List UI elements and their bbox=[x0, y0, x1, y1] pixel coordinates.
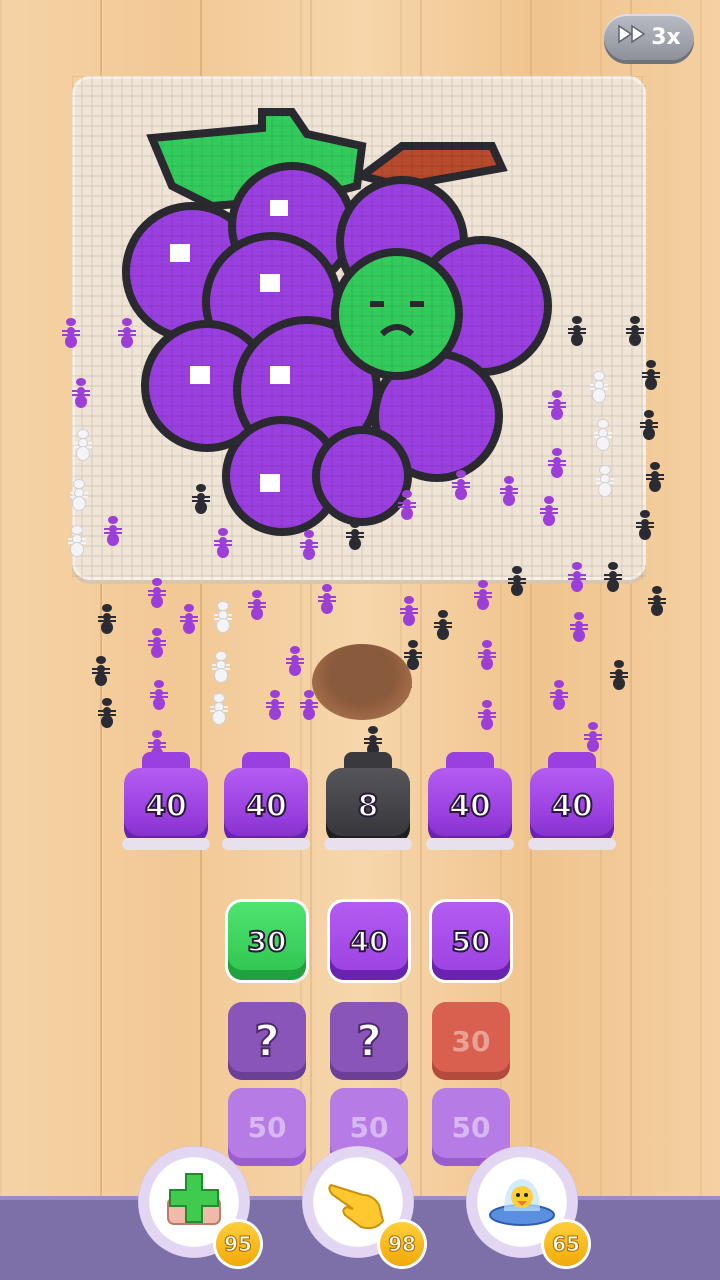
jar-count: 40 bbox=[224, 768, 308, 844]
ant bbox=[192, 484, 210, 514]
jar-count: 40 bbox=[124, 768, 208, 844]
ant-jar[interactable]: 8 bbox=[324, 752, 412, 852]
booster-count: 98 bbox=[380, 1222, 424, 1266]
ant bbox=[594, 420, 612, 450]
ant bbox=[474, 580, 492, 610]
ant bbox=[318, 584, 336, 614]
ant bbox=[590, 372, 608, 402]
tile-green[interactable]: 30 bbox=[228, 902, 306, 980]
add-tile-icon bbox=[162, 1168, 226, 1236]
ant bbox=[62, 318, 80, 348]
ant bbox=[148, 628, 166, 658]
ant bbox=[180, 604, 198, 634]
ant bbox=[346, 520, 364, 550]
ant bbox=[478, 700, 496, 730]
ant-hole bbox=[312, 644, 412, 720]
fast-forward-icon bbox=[617, 24, 647, 50]
ant bbox=[104, 516, 122, 546]
puzzle-board bbox=[72, 76, 646, 580]
ant bbox=[214, 602, 232, 632]
ant bbox=[508, 566, 526, 596]
ant bbox=[540, 496, 558, 526]
ant bbox=[636, 510, 654, 540]
ant bbox=[640, 410, 658, 440]
ant bbox=[150, 680, 168, 710]
ant bbox=[584, 722, 602, 752]
ant bbox=[98, 698, 116, 728]
ant-jar[interactable]: 40 bbox=[222, 752, 310, 852]
tile-purple[interactable]: 40 bbox=[330, 902, 408, 980]
ant bbox=[68, 526, 86, 556]
ant bbox=[604, 562, 622, 592]
ant bbox=[398, 490, 416, 520]
grapes-pixel-art bbox=[72, 76, 646, 580]
tile-mystery: ? bbox=[330, 1002, 408, 1080]
ant bbox=[596, 466, 614, 496]
ant bbox=[570, 612, 588, 642]
hand-pointer-icon bbox=[323, 1165, 393, 1239]
ant bbox=[642, 360, 660, 390]
booster-count: 65 bbox=[544, 1222, 588, 1266]
hand-booster[interactable]: 98 bbox=[302, 1146, 424, 1266]
tile-locked-red: 30 bbox=[432, 1002, 510, 1080]
ant bbox=[74, 430, 92, 460]
ant bbox=[548, 448, 566, 478]
jar-count: 8 bbox=[326, 768, 410, 844]
ant bbox=[400, 596, 418, 626]
ant bbox=[478, 640, 496, 670]
ant bbox=[72, 378, 90, 408]
ant bbox=[92, 656, 110, 686]
ant bbox=[286, 646, 304, 676]
ant bbox=[248, 590, 266, 620]
ant bbox=[568, 316, 586, 346]
ant-jar[interactable]: 40 bbox=[528, 752, 616, 852]
add-tile-booster[interactable]: 95 bbox=[138, 1146, 260, 1266]
ant bbox=[266, 690, 284, 720]
ant bbox=[212, 652, 230, 682]
ant bbox=[568, 562, 586, 592]
ant bbox=[98, 604, 116, 634]
jar-count: 40 bbox=[530, 768, 614, 844]
ant bbox=[300, 530, 318, 560]
tile-purple[interactable]: 50 bbox=[432, 902, 510, 980]
ant bbox=[452, 470, 470, 500]
ant bbox=[646, 462, 664, 492]
jar-count: 40 bbox=[428, 768, 512, 844]
ant bbox=[500, 476, 518, 506]
ant bbox=[648, 586, 666, 616]
ant bbox=[550, 680, 568, 710]
ufo-booster[interactable]: 65 bbox=[466, 1146, 588, 1266]
ant bbox=[148, 578, 166, 608]
ant-jar[interactable]: 40 bbox=[122, 752, 210, 852]
ant bbox=[214, 528, 232, 558]
ant bbox=[434, 610, 452, 640]
tile-locked-purple: 50 bbox=[228, 1088, 306, 1166]
ant bbox=[118, 318, 136, 348]
booster-count: 95 bbox=[216, 1222, 260, 1266]
ant bbox=[548, 390, 566, 420]
ant bbox=[210, 694, 228, 724]
ant bbox=[70, 480, 88, 510]
tile-mystery: ? bbox=[228, 1002, 306, 1080]
ant bbox=[626, 316, 644, 346]
ufo-icon bbox=[487, 1165, 557, 1239]
speed-button[interactable]: 3x bbox=[604, 14, 694, 60]
ant bbox=[610, 660, 628, 690]
ant-jar[interactable]: 40 bbox=[426, 752, 514, 852]
speed-label: 3x bbox=[651, 24, 681, 50]
